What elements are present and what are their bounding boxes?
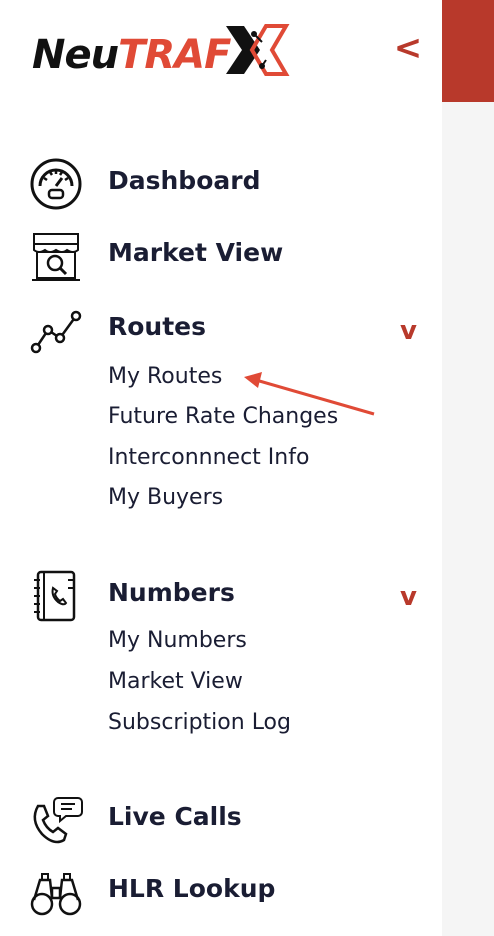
chevron-left-icon: < (393, 28, 423, 68)
chevron-down-icon[interactable]: v (400, 316, 417, 346)
header-accent-bar (442, 0, 494, 102)
binoculars-icon (30, 873, 82, 916)
nav-item-routes[interactable]: Routes v (28, 302, 428, 358)
nav-item-numbers[interactable]: Numbers v (28, 568, 428, 624)
brand-name-traf: TRAF (118, 32, 231, 78)
chevron-down-icon[interactable]: v (400, 582, 417, 612)
brand-x-mark-icon (226, 24, 290, 76)
sub-item-subscription-log[interactable]: Subscription Log (108, 710, 291, 735)
phone-chat-icon (33, 797, 83, 844)
sub-item-my-routes[interactable]: My Routes (108, 364, 222, 389)
nav-label-live-calls: Live Calls (108, 802, 242, 831)
brand-name-neu: Neu (32, 32, 119, 78)
sub-item-interconnect-info[interactable]: Interconnnect Info (108, 445, 309, 470)
nav-label-routes: Routes (108, 312, 207, 341)
nav-label-numbers: Numbers (108, 578, 235, 607)
nav-item-dashboard[interactable]: Dashboard (28, 156, 428, 212)
route-graph-icon (30, 310, 82, 354)
nav-label-hlr-lookup: HLR Lookup (108, 874, 276, 903)
gauge-icon (30, 158, 82, 210)
nav-item-live-calls[interactable]: Live Calls (28, 792, 428, 848)
sub-item-my-buyers[interactable]: My Buyers (108, 485, 223, 510)
brand-wordmark: NeuTRAF (32, 32, 231, 78)
storefront-icon (32, 233, 80, 281)
main-content-area (442, 0, 494, 936)
nav-item-market-view[interactable]: Market View (28, 228, 428, 284)
sub-item-my-numbers[interactable]: My Numbers (108, 628, 247, 653)
phonebook-icon (34, 570, 76, 622)
nav-label-dashboard: Dashboard (108, 166, 261, 195)
annotation-arrow-icon (244, 372, 375, 416)
collapse-sidebar-button[interactable]: < (392, 30, 424, 66)
sub-item-market-view[interactable]: Market View (108, 669, 243, 694)
nav-label-market-view: Market View (108, 238, 284, 267)
nav-item-hlr-lookup[interactable]: HLR Lookup (28, 864, 428, 920)
sidebar: NeuTRAF < Dashboard Market View Routes v… (0, 0, 442, 936)
